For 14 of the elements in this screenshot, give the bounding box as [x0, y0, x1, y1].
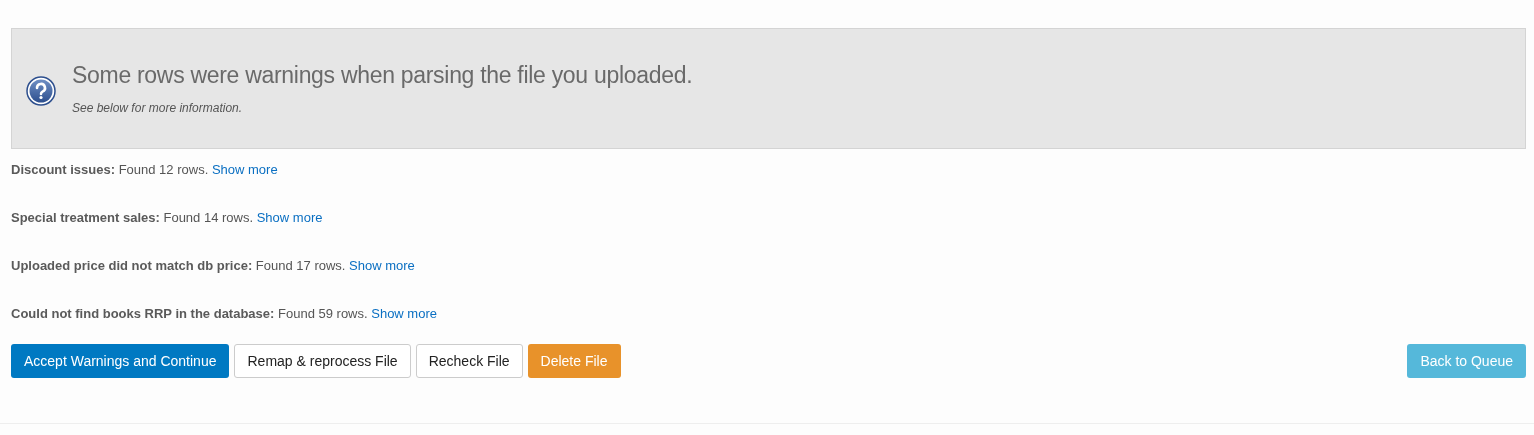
action-button[interactable]: Remap & reprocess File	[234, 344, 411, 378]
issue-summary: Could not find books RRP in the database: Found 59 rows. Show more	[11, 305, 438, 323]
show-more-link[interactable]: Show more	[211, 162, 278, 177]
show-more-link[interactable]: Show more	[371, 306, 437, 321]
alert-title: Some rows were warnings when parsing the file you uploaded.	[72, 62, 693, 89]
issue-summary: Discount issues: Found 12 rows. Show more	[11, 161, 279, 179]
issue-summary: Special treatment sales: Found 14 rows. Show more	[11, 209, 324, 227]
issue-summary: Uploaded price did not match db price: Found 17 rows. Show more	[11, 257, 416, 275]
show-more-link[interactable]: Show more	[349, 258, 415, 273]
help-icon	[26, 75, 56, 106]
show-more-link[interactable]: Show more	[256, 210, 323, 225]
action-button[interactable]: Recheck File	[415, 344, 523, 378]
action-button[interactable]: Accept Warnings and Continue	[11, 344, 230, 378]
alert-subtitle: See below for more information.	[72, 101, 244, 115]
